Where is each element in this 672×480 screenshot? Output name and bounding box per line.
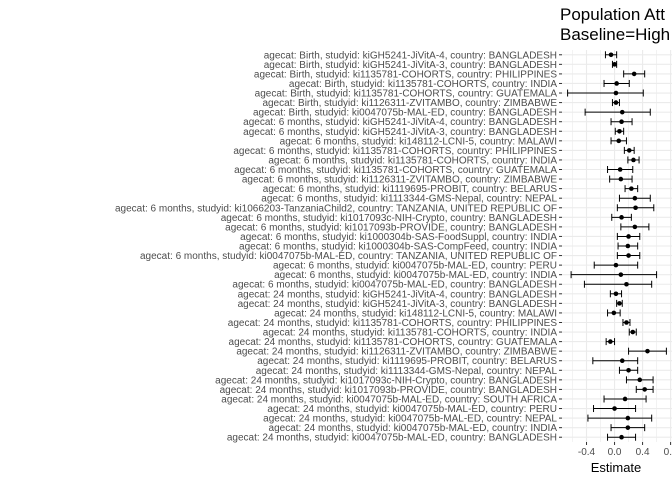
estimate-point (608, 339, 613, 344)
chart-subtitle: Baseline=High (560, 25, 670, 44)
estimate-point (632, 195, 638, 201)
estimate-point (613, 90, 619, 96)
estimate-point (618, 272, 624, 277)
estimate-point (632, 224, 638, 230)
x-tick-label: 0.0 (608, 447, 622, 458)
estimate-point (626, 253, 631, 258)
estimate-point (613, 262, 619, 268)
estimate-point (631, 71, 637, 77)
estimate-point (616, 138, 622, 144)
estimate-point (617, 167, 623, 172)
estimate-point (645, 348, 650, 354)
estimate-point (619, 358, 625, 364)
estimate-point (631, 157, 636, 163)
x-axis-title: Estimate (591, 460, 642, 475)
estimate-point (612, 62, 617, 67)
estimate-point (625, 415, 631, 421)
estimate-point (633, 205, 638, 211)
category-labels: agecat: Birth, studyid: kiGH5241-JiVitA-… (115, 50, 562, 444)
estimate-point (630, 329, 636, 335)
estimate-point (626, 367, 631, 373)
estimate-point (617, 301, 622, 306)
estimate-point (624, 281, 629, 287)
estimate-point (619, 109, 625, 115)
estimate-point (611, 310, 617, 316)
estimate-point (613, 100, 619, 105)
estimate-point (619, 434, 624, 440)
chart-title: Population Att (560, 5, 665, 24)
estimate-point (625, 243, 631, 249)
estimate-point (629, 186, 634, 191)
estimate-point (619, 215, 624, 220)
estimate-point (637, 377, 643, 383)
estimate-point (624, 320, 629, 325)
estimate-point (642, 387, 647, 392)
estimate-point (625, 425, 631, 430)
x-axis: -0.4 0.0 0.4 0.8 (578, 442, 672, 458)
x-tick-label: 0.4 (636, 447, 650, 458)
estimate-point (618, 176, 624, 182)
estimate-point (622, 396, 628, 402)
estimate-point (617, 128, 622, 134)
estimate-point (626, 148, 632, 153)
estimate-point (614, 81, 619, 86)
estimate-point (612, 406, 617, 411)
x-tick-label: 0.8 (664, 447, 672, 458)
estimate-point (619, 119, 624, 125)
forest-plot: Population Att Baseline=High agecat: Bir… (115, 5, 672, 475)
x-tick-label: -0.4 (578, 447, 596, 458)
estimate-point (626, 234, 631, 239)
estimate-point (613, 291, 619, 297)
category-label: agecat: 24 months, studyid: ki0047075b-M… (227, 433, 557, 444)
estimate-point (608, 52, 614, 58)
